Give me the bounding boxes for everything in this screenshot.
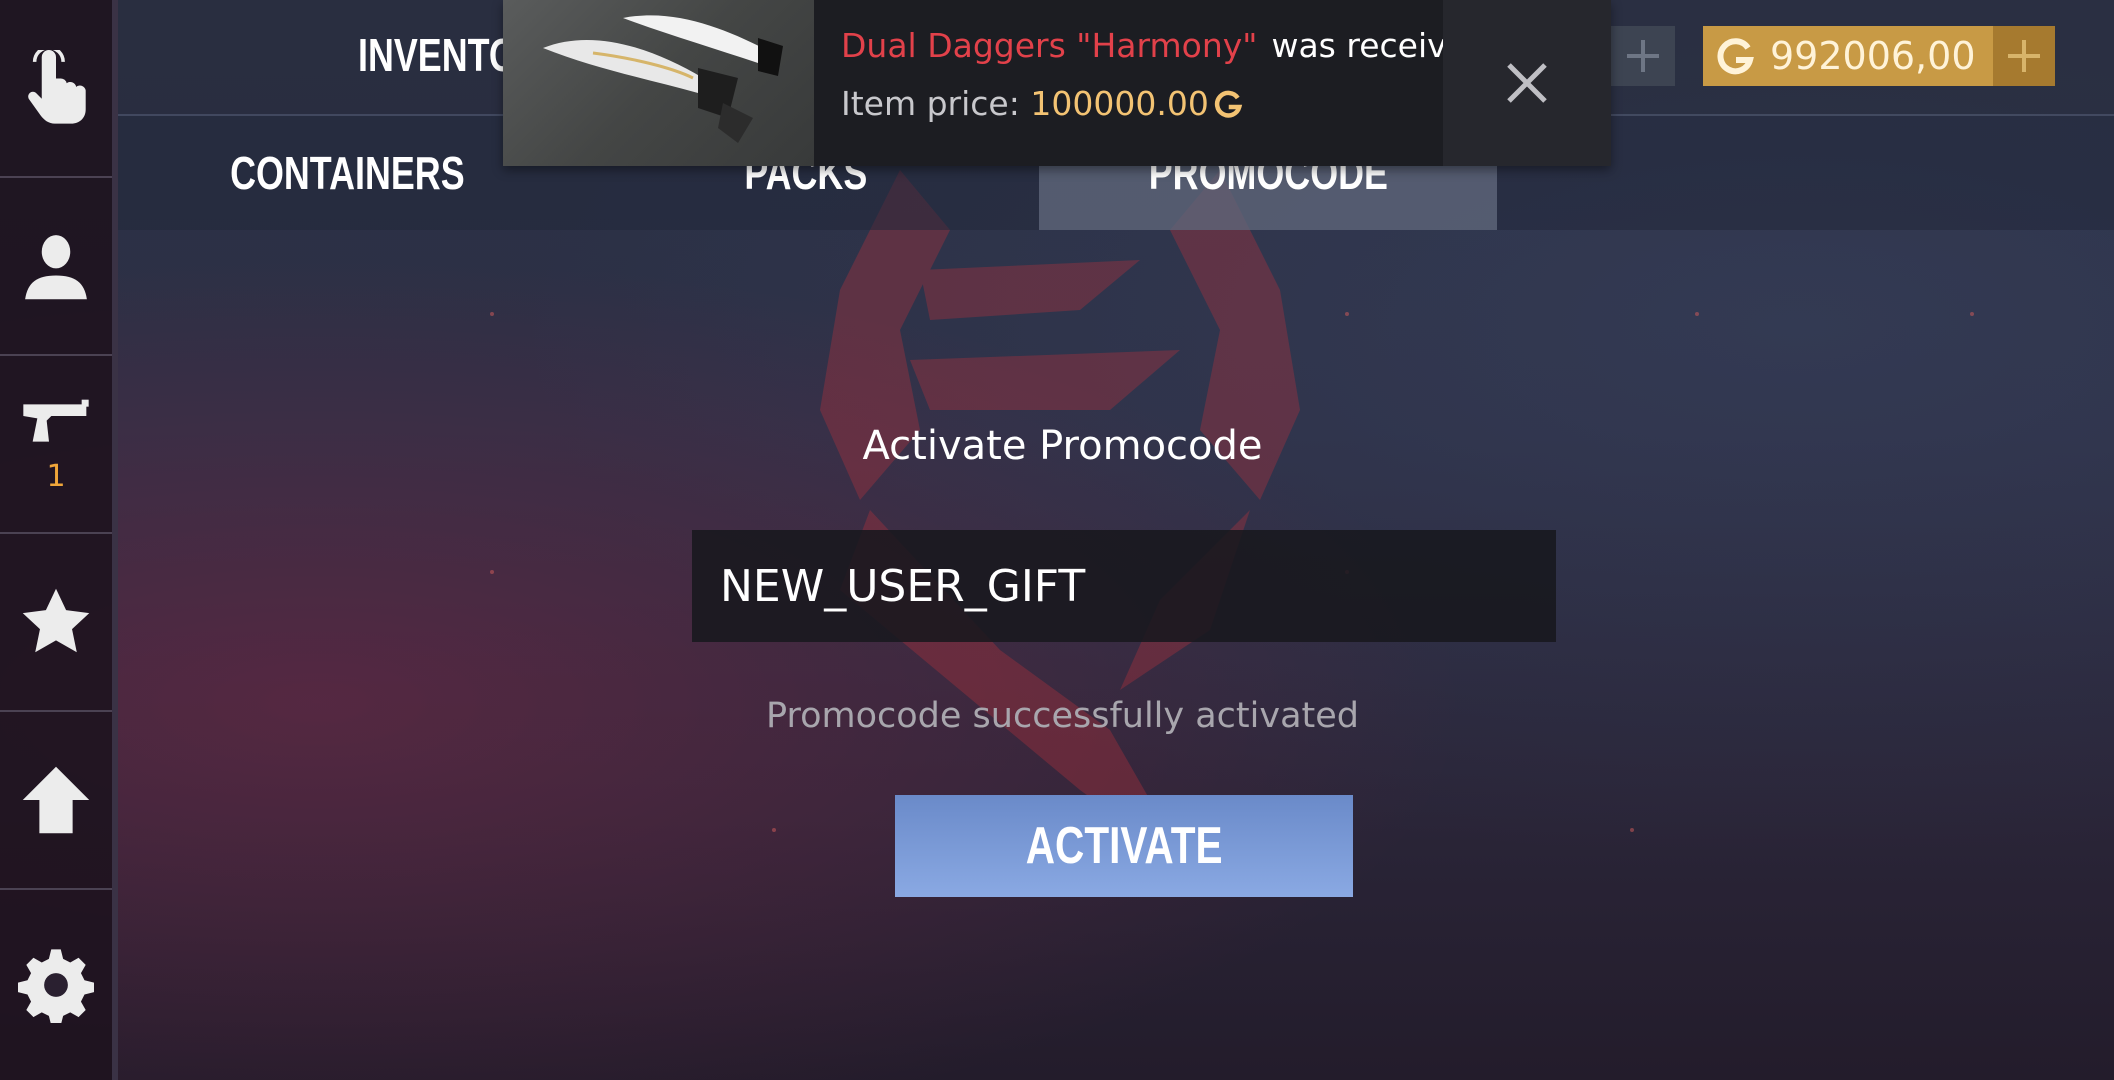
notification-item-image — [503, 0, 814, 166]
plus-icon — [2008, 40, 2040, 72]
background-dot — [490, 570, 494, 574]
promocode-input[interactable] — [692, 530, 1556, 642]
gold-balance: 992006,00 — [1703, 26, 2055, 86]
plus-icon — [1627, 40, 1659, 72]
gold-balance-value: 992006,00 — [1770, 34, 1976, 78]
background-dot — [1695, 312, 1699, 316]
notification-message: Dual Daggers "Harmony" was receiv... — [841, 26, 1476, 65]
price-label: Item price: — [841, 84, 1020, 123]
promocode-status-message: Promocode successfully activated — [765, 696, 1360, 736]
star-icon — [22, 588, 90, 653]
sidebar-item-favorites[interactable] — [0, 534, 112, 712]
dual-daggers-icon — [543, 15, 783, 143]
background-dot — [490, 312, 494, 316]
background-dot — [772, 828, 776, 832]
add-currency-button[interactable] — [1611, 26, 1675, 86]
price-value: 100000.00 — [1030, 84, 1209, 123]
user-silhouette-icon — [25, 235, 87, 300]
arrow-up-icon — [22, 766, 90, 834]
background-dot — [1970, 312, 1974, 316]
tab-label: CONTAINERS — [229, 147, 465, 199]
sidebar-item-profile[interactable] — [0, 178, 112, 356]
hand-pointer-icon — [28, 50, 86, 124]
gold-g-icon — [1717, 38, 1754, 75]
add-gold-button[interactable] — [1993, 26, 2055, 86]
close-icon — [1507, 63, 1547, 103]
background-dot — [1630, 828, 1634, 832]
gold-g-icon — [1214, 90, 1242, 118]
notification-price: Item price: 100000.00 — [841, 84, 1243, 123]
sidebar-item-upgrade[interactable] — [0, 712, 112, 890]
notification-item-name: Dual Daggers "Harmony" — [841, 26, 1258, 65]
gear-icon — [18, 949, 94, 1023]
activate-button-label: ACTIVATE — [1025, 817, 1223, 875]
activate-button[interactable]: ACTIVATE — [895, 795, 1353, 897]
sidebar: 1 — [0, 0, 118, 1080]
background-dot — [1345, 312, 1349, 316]
sidebar-item-play[interactable] — [0, 0, 112, 178]
sidebar-item-settings[interactable] — [0, 890, 112, 1080]
notification-close-button[interactable] — [1443, 0, 1611, 166]
item-received-notification: Dual Daggers "Harmony" was receiv... Item… — [503, 0, 1611, 166]
promocode-heading: Activate Promocode — [862, 423, 1263, 469]
